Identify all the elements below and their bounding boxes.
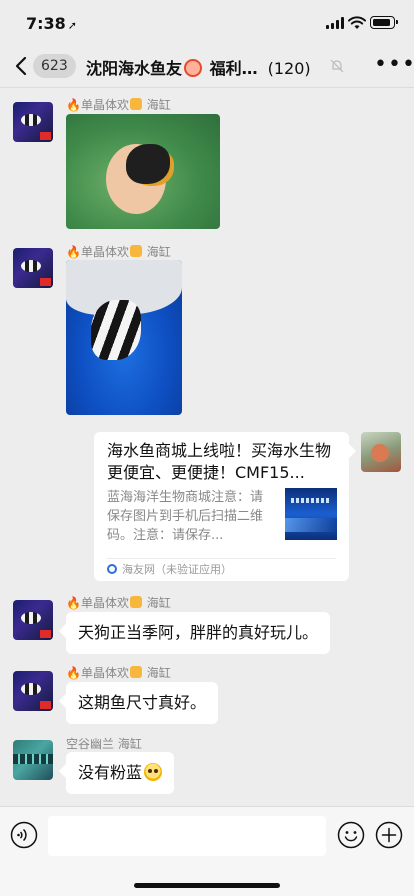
sender-name: 🔥单晶体欢 海缸 <box>66 98 171 112</box>
fish-photo[interactable] <box>66 260 182 415</box>
text-message-bubble[interactable]: 天狗正当季阿，胖胖的真好玩儿。 <box>66 612 331 654</box>
flame-icon: 🔥 <box>66 596 81 610</box>
link-card-thumbnail <box>285 488 337 540</box>
sender-avatar[interactable] <box>13 248 53 288</box>
sender-avatar[interactable] <box>13 671 53 711</box>
sender-avatar[interactable] <box>13 600 53 640</box>
flame-icon: 🔥 <box>66 666 81 680</box>
back-chevron-icon[interactable] <box>10 52 34 80</box>
home-indicator <box>134 883 280 888</box>
sender-name: 🔥单晶体欢 海缸 <box>66 245 171 259</box>
divider <box>107 558 336 559</box>
sender-name: 空谷幽兰 海缸 <box>66 737 142 751</box>
unread-count-badge[interactable]: 623 <box>33 54 76 78</box>
more-options-icon[interactable]: ••• <box>374 54 414 76</box>
message-input[interactable] <box>48 816 326 856</box>
text-message-bubble[interactable]: 这期鱼尺寸真好。 <box>66 682 219 724</box>
link-card-message[interactable]: 海水鱼商城上线啦！买海水生物更便宜、更便捷！CMF15... 蓝海海洋生物商城注… <box>94 432 349 581</box>
emoji-icon[interactable] <box>337 821 365 849</box>
sender-avatar[interactable] <box>13 740 53 780</box>
plus-icon[interactable] <box>375 821 403 849</box>
status-time: 7:38 ➚ <box>26 14 77 33</box>
status-bar: 7:38 ➚ <box>0 0 414 46</box>
tiger-emoji-icon <box>129 666 142 678</box>
tiger-emoji-icon <box>129 98 142 110</box>
sender-name: 🔥单晶体欢 海缸 <box>66 666 171 680</box>
chat-title[interactable]: 沈阳海水鱼友 福利… (120) <box>86 55 311 79</box>
my-avatar[interactable] <box>361 432 401 472</box>
app-source-icon <box>107 564 117 574</box>
mute-bell-icon <box>330 59 344 73</box>
chat-title-name: 沈阳海水鱼友 <box>86 59 183 78</box>
sender-name: 🔥单晶体欢 海缸 <box>66 596 171 610</box>
tiger-emoji-icon <box>129 596 142 608</box>
text-message-bubble[interactable]: 没有粉蓝 <box>66 752 175 794</box>
cellular-signal-icon <box>326 17 344 29</box>
link-card-description: 蓝海海洋生物商城注意：请保存图片到手机后扫描二维码。注意：请保存... <box>107 490 264 543</box>
member-count: (120) <box>267 59 311 78</box>
fish-photo[interactable] <box>66 114 220 229</box>
flame-icon: 🔥 <box>66 98 81 112</box>
link-card-source: 海友网（未验证应用） <box>107 561 232 577</box>
sender-avatar[interactable] <box>13 102 53 142</box>
message-text: 这期鱼尺寸真好。 <box>78 693 207 712</box>
battery-icon <box>370 16 398 29</box>
tiger-emoji-icon <box>129 245 142 257</box>
message-text: 没有粉蓝 <box>78 763 143 782</box>
location-arrow-icon: ➚ <box>67 19 78 32</box>
message-text: 天狗正当季阿，胖胖的真好玩儿。 <box>78 623 319 642</box>
clock: 7:38 <box>26 14 66 33</box>
flushed-face-emoji-icon <box>144 763 163 781</box>
group-face-emoji-icon <box>184 59 203 77</box>
wifi-icon <box>348 16 366 29</box>
flame-icon: 🔥 <box>66 245 81 259</box>
message-input-bar <box>0 806 414 896</box>
chat-header: 623 沈阳海水鱼友 福利… (120) ••• <box>0 46 414 88</box>
voice-input-icon[interactable] <box>10 821 38 849</box>
chat-title-suffix: 福利… <box>209 59 258 78</box>
